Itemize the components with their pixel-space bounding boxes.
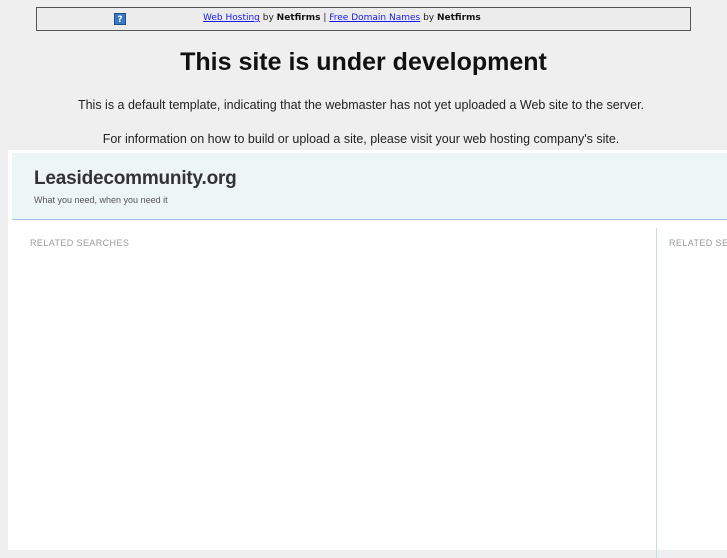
brand-text: Netfirms (276, 13, 321, 23)
right-column: RELATED SEARCHES (656, 150, 727, 550)
parked-header: Leasidecommunity.org What you need, when… (12, 153, 727, 220)
banner-links: Web Hosting by Netfirms | Free Domain Na… (203, 13, 481, 23)
separator: | (320, 13, 330, 23)
parked-domain-frame: Leasidecommunity.org What you need, when… (8, 150, 727, 558)
web-hosting-link[interactable]: Web Hosting (203, 13, 260, 23)
hosting-banner: ? Web Hosting by Netfirms | Free Domain … (36, 7, 691, 31)
related-searches-heading: RELATED SEARCHES (30, 238, 130, 248)
brand-text: Netfirms (436, 13, 481, 23)
free-domain-link[interactable]: Free Domain Names (329, 13, 420, 23)
by-text: by (420, 13, 437, 23)
info-line-2: For information on how to build or uploa… (102, 132, 620, 146)
help-icon[interactable]: ? (114, 13, 126, 25)
info-line-1: This is a default template, indicating t… (77, 98, 645, 112)
site-name[interactable]: Leasidecommunity.org (34, 168, 237, 190)
page-title: This site is under development (180, 48, 547, 76)
related-searches-heading-right: RELATED SEARCHES (669, 238, 727, 248)
by-text: by (259, 13, 277, 23)
site-tagline: What you need, when you need it (34, 195, 168, 205)
